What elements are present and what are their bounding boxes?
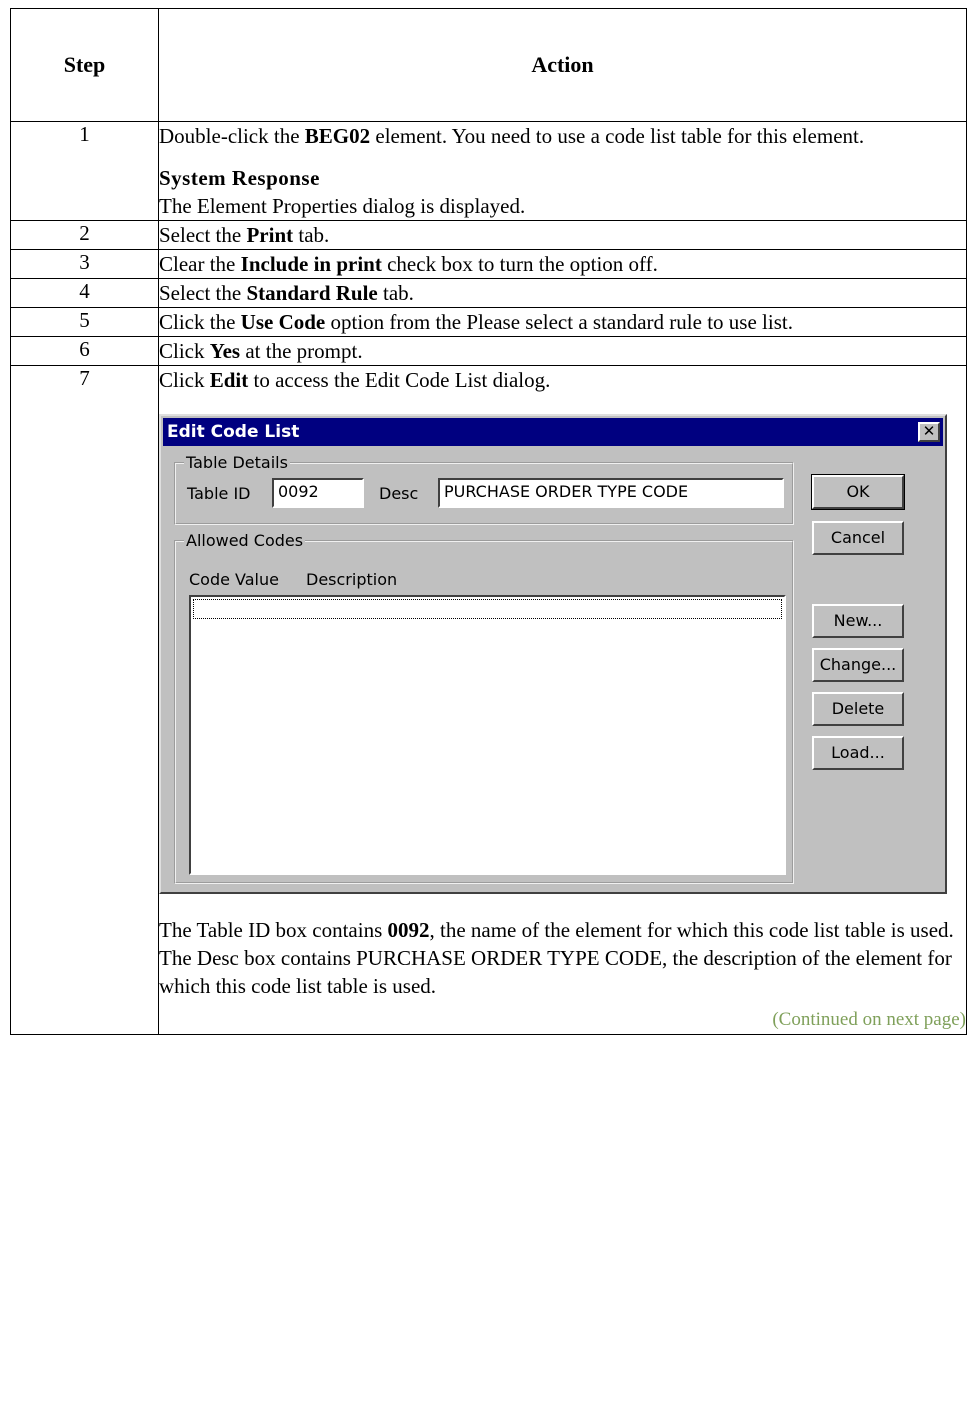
system-response-heading: System Response — [159, 166, 320, 190]
col-code-value: Code Value — [189, 570, 279, 589]
step-action: Select the Print tab. — [158, 220, 967, 250]
step-row-7: 7 Click Edit to access the Edit Code Lis… — [10, 365, 967, 1035]
step-row-6: 6 Click Yes at the prompt. — [10, 336, 967, 366]
close-icon[interactable]: ✕ — [918, 422, 940, 442]
action-text: Double-click the BEG02 element. You need… — [159, 124, 865, 148]
action-text: Select the Standard Rule tab. — [159, 281, 414, 305]
step-number: 5 — [10, 307, 159, 337]
step-row-4: 4 Select the Standard Rule tab. — [10, 278, 967, 308]
system-response: System Response The Element Properties di… — [159, 164, 966, 220]
desc-label: Desc — [379, 484, 419, 503]
step-number: 6 — [10, 336, 159, 366]
action-text: Select the Print tab. — [159, 223, 330, 247]
step-action: Click the Use Code option from the Pleas… — [158, 307, 967, 337]
step-row-2: 2 Select the Print tab. — [10, 220, 967, 250]
edit-code-list-dialog: Edit Code List ✕ Table Details Table ID … — [159, 414, 947, 894]
allowed-codes-label: Allowed Codes — [184, 531, 306, 551]
step-number: 3 — [10, 249, 159, 279]
action-text: Click Yes at the prompt. — [159, 339, 363, 363]
dialog-note: The Table ID box contains 0092, the name… — [159, 918, 954, 998]
codes-list[interactable] — [189, 595, 786, 875]
step-row-3: 3 Clear the Include in print check box t… — [10, 249, 967, 279]
step-row-5: 5 Click the Use Code option from the Ple… — [10, 307, 967, 337]
header-action: Action — [158, 8, 967, 122]
cancel-button[interactable]: Cancel — [812, 521, 904, 555]
dialog-title: Edit Code List — [167, 422, 300, 442]
step-action: Click Yes at the prompt. — [158, 336, 967, 366]
step-action: Clear the Include in print check box to … — [158, 249, 967, 279]
step-row-1: 1 Double-click the BEG02 element. You ne… — [10, 121, 967, 221]
delete-button[interactable]: Delete — [812, 692, 904, 726]
focus-row[interactable] — [193, 599, 782, 619]
dialog-titlebar: Edit Code List ✕ — [163, 418, 943, 446]
table-details-label: Table Details — [184, 453, 290, 473]
header-step: Step — [10, 8, 159, 122]
step-action: Click Edit to access the Edit Code List … — [158, 365, 967, 1035]
allowed-codes-group: Allowed Codes Code Value Description — [174, 531, 794, 884]
continued-note: (Continued on next page) — [772, 1009, 966, 1030]
step-action: Double-click the BEG02 element. You need… — [158, 121, 967, 221]
action-text: Click the Use Code option from the Pleas… — [159, 310, 793, 334]
table-details-group: Table Details Table ID 0092 Desc PURCHAS… — [174, 453, 794, 525]
step-number: 4 — [10, 278, 159, 308]
step-number: 2 — [10, 220, 159, 250]
load-button[interactable]: Load... — [812, 736, 904, 770]
action-text: Click Edit to access the Edit Code List … — [159, 368, 551, 392]
header-row: Step Action — [10, 8, 967, 122]
table-id-field[interactable]: 0092 — [272, 478, 364, 508]
step-number: 1 — [10, 121, 159, 221]
step-number: 7 — [10, 365, 159, 1035]
steps-table: Step Action 1 Double-click the BEG02 ele… — [10, 8, 967, 1035]
desc-field[interactable]: PURCHASE ORDER TYPE CODE — [438, 478, 784, 508]
table-id-label: Table ID — [187, 484, 251, 503]
new-button[interactable]: New... — [812, 604, 904, 638]
action-text: Clear the Include in print check box to … — [159, 252, 658, 276]
system-response-text: The Element Properties dialog is display… — [159, 194, 526, 218]
change-button[interactable]: Change... — [812, 648, 904, 682]
step-action: Select the Standard Rule tab. — [158, 278, 967, 308]
col-description: Description — [306, 570, 398, 589]
ok-button[interactable]: OK — [811, 474, 905, 510]
